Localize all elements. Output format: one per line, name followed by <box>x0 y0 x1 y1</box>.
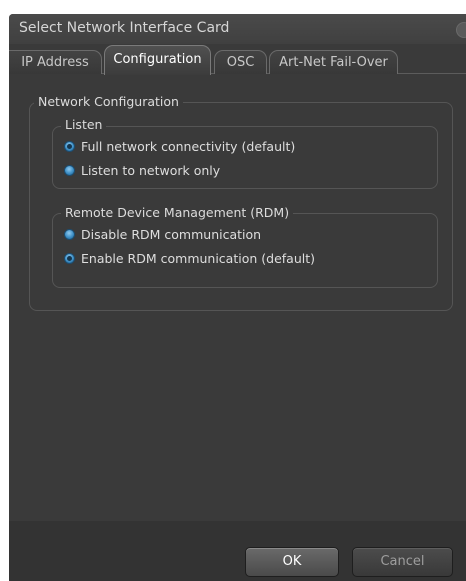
close-icon[interactable] <box>456 22 466 38</box>
tab-configuration[interactable]: Configuration <box>104 45 211 75</box>
tab-osc[interactable]: OSC <box>214 50 267 74</box>
radio-label: Listen to network only <box>81 162 221 178</box>
radio-unchecked-icon[interactable] <box>64 228 75 240</box>
tab-ip-address[interactable]: IP Address <box>9 50 102 74</box>
radio-enable-rdm[interactable]: Enable RDM communication (default) <box>64 248 315 268</box>
rdm-group-title: Remote Device Management (RDM) <box>61 205 294 221</box>
window-title: Select Network Interface Card <box>19 20 230 36</box>
cancel-button[interactable]: Cancel <box>352 547 453 577</box>
radio-full-network-connectivity[interactable]: Full network connectivity (default) <box>64 136 295 156</box>
radio-checked-icon[interactable] <box>64 252 75 264</box>
tab-content-configuration: Network Configuration Listen Full networ… <box>9 74 466 521</box>
radio-label: Disable RDM communication <box>81 226 262 242</box>
listen-group-title: Listen <box>61 117 107 133</box>
radio-label: Enable RDM communication (default) <box>81 250 315 266</box>
ok-button[interactable]: OK <box>245 547 339 577</box>
radio-unchecked-icon[interactable] <box>64 164 75 176</box>
tab-art-net-fail-over[interactable]: Art-Net Fail-Over <box>269 50 398 74</box>
network-configuration-title: Network Configuration <box>34 94 183 110</box>
radio-listen-to-network-only[interactable]: Listen to network only <box>64 160 220 180</box>
dialog-footer: OK Cancel <box>9 521 466 581</box>
radio-checked-icon[interactable] <box>64 140 75 152</box>
radio-disable-rdm[interactable]: Disable RDM communication <box>64 224 261 244</box>
title-bar[interactable]: Select Network Interface Card <box>9 14 466 44</box>
dialog-window: Select Network Interface Card IP Address… <box>9 14 466 581</box>
radio-label: Full network connectivity (default) <box>81 138 296 154</box>
